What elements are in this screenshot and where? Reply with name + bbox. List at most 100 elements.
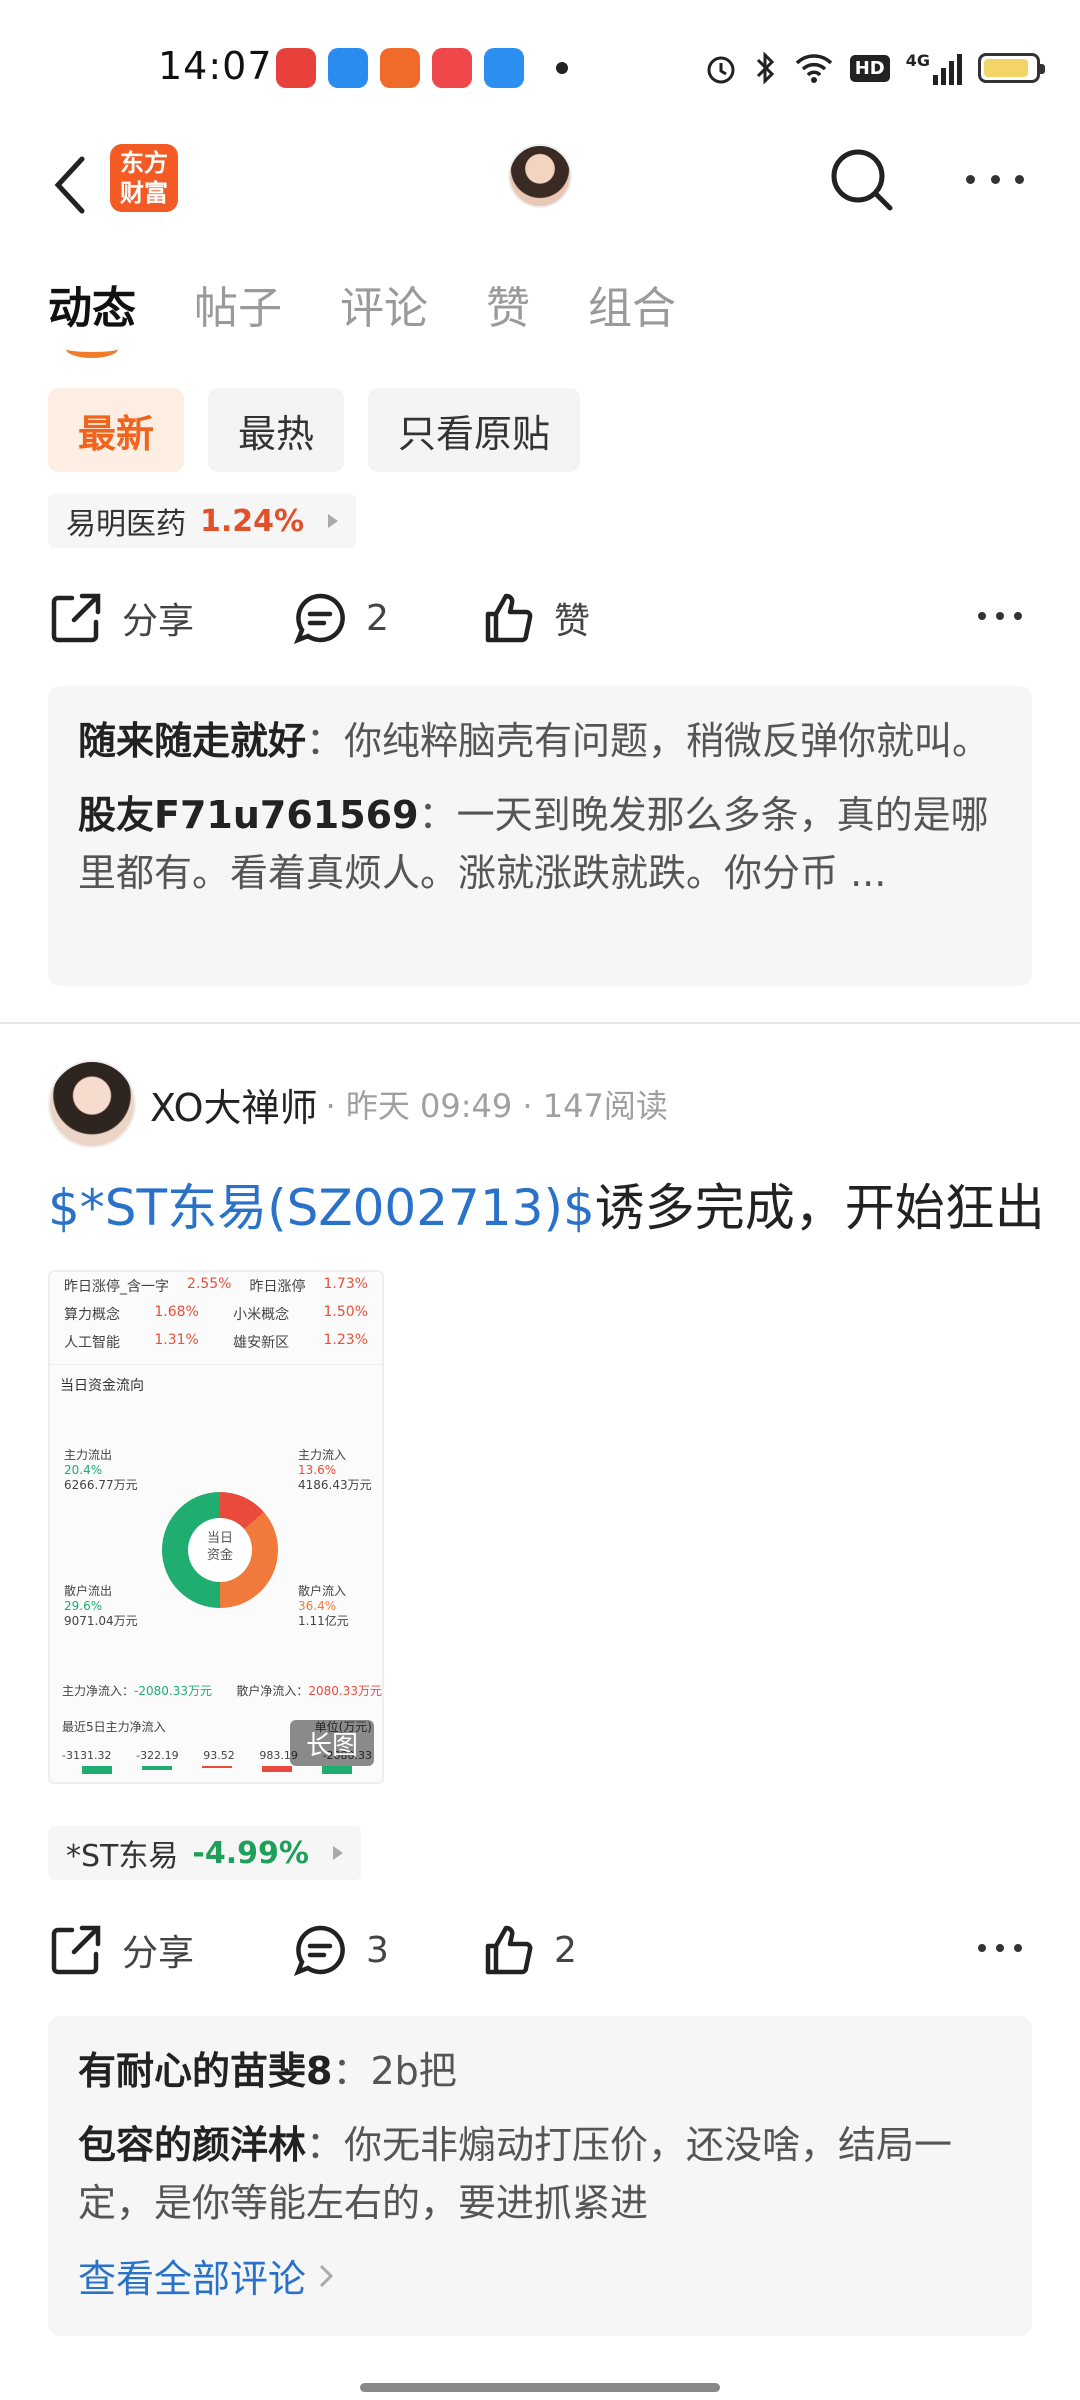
view-all-comments-link[interactable]: 查看全部评论	[78, 2248, 1002, 2303]
tab-dynamic[interactable]: 动态	[48, 272, 136, 358]
section-title: 当日资金流向	[50, 1364, 382, 1399]
app-notification-icon	[276, 48, 316, 88]
more-notifications-dot	[556, 62, 568, 74]
tab-comments[interactable]: 评论	[340, 272, 428, 342]
main-outflow: 主力流出 20.4% 6266.77万元	[64, 1448, 138, 1492]
stock-name: *ST东易	[66, 1839, 179, 1874]
stock-tag[interactable]: *ST东易 -4.99%	[48, 1826, 361, 1880]
tab-bar: 动态 帖子 评论 赞 组合	[48, 272, 734, 362]
post-more-button[interactable]	[978, 1944, 1022, 1952]
search-button[interactable]	[826, 144, 898, 216]
avatar[interactable]	[48, 1060, 136, 1148]
comment-author[interactable]: 有耐心的苗斐8	[78, 2049, 332, 2093]
tab-likes[interactable]: 赞	[486, 272, 530, 342]
stock-change: -4.99%	[192, 1835, 309, 1871]
donut-center-label: 当日 资金	[206, 1531, 233, 1563]
comment-item: 包容的颜洋林：你无非煽动打压价，还没啥，结局一定，是你等能左右的，要进抓紧进	[78, 2123, 953, 2225]
comment-button[interactable]: 2	[292, 578, 389, 658]
comment-preview[interactable]: 有耐心的苗斐8：2b把 包容的颜洋林：你无非煽动打压价，还没啥，结局一定，是你等…	[48, 2016, 1032, 2336]
status-bar: 14:07 HD 4G	[0, 0, 1080, 130]
app-notification-icon	[432, 48, 472, 88]
comment-count: 3	[366, 1929, 389, 1971]
comment-preview[interactable]: 随来随走就好：你纯粹脑壳有问题，稍微反弹你就叫。 股友F71u761569：一天…	[48, 686, 1032, 986]
comment-button[interactable]: 3	[292, 1910, 389, 1990]
main-inflow: 主力流入 13.6% 4186.43万元	[298, 1448, 372, 1492]
concept-row: 昨日涨停_含一字 2.55% 昨日涨停 1.73%	[64, 1276, 368, 1295]
signal-icon: 4G	[906, 51, 962, 85]
app-notification-icon	[484, 48, 524, 88]
stock-name: 易明医药	[66, 507, 186, 542]
retail-inflow: 散户流入 36.4% 1.11亿元	[298, 1584, 349, 1628]
post-image[interactable]: 昨日涨停_含一字 2.55% 昨日涨停 1.73% 算力概念 1.68% 小米概念 1.50…	[48, 1270, 384, 1784]
divider	[0, 1022, 1080, 1024]
comment-icon	[293, 593, 345, 645]
filter-chips: 最新 最热 只看原贴	[48, 388, 581, 472]
view-all-label: 查看全部评论	[78, 2257, 307, 2301]
comment-count: 2	[366, 597, 389, 639]
share-button[interactable]: 分享	[48, 578, 194, 658]
concept-row: 算力概念 1.68% 小米概念 1.50%	[64, 1304, 368, 1323]
share-label: 分享	[122, 601, 195, 642]
stock-change: 1.24%	[200, 503, 305, 539]
post-title-text: 诱多完成，开始狂出	[594, 1179, 1045, 1237]
post-more-button[interactable]	[978, 612, 1022, 620]
tab-portfolio[interactable]: 组合	[588, 272, 676, 342]
net-flow-row: 主力净流入：-2080.33万元 散户净流入：2080.33万元	[62, 1684, 382, 1698]
arrow-right-icon	[328, 514, 339, 528]
like-count: 2	[554, 1929, 577, 1971]
filter-hottest[interactable]: 最热	[208, 388, 345, 472]
share-icon	[51, 593, 101, 643]
post-header: XO大禅师 · 昨天 09:49 · 147阅读	[48, 1060, 668, 1148]
like-button[interactable]: 2	[480, 1910, 577, 1990]
post-username[interactable]: XO大禅师	[150, 1077, 318, 1132]
comment-text: 你纯粹脑壳有问题，稍微反弹你就叫。	[344, 719, 991, 763]
comment-author[interactable]: 股友F71u761569	[78, 793, 419, 837]
search-icon	[831, 149, 893, 211]
tab-posts[interactable]: 帖子	[194, 272, 282, 342]
avatar[interactable]	[508, 144, 572, 208]
chevron-right-icon	[319, 2264, 334, 2287]
post-title[interactable]: $*ST东易(SZ002713)$诱多完成，开始狂出	[48, 1168, 1045, 1240]
stock-tag[interactable]: 易明医药 1.24%	[48, 494, 357, 548]
bluetooth-icon	[756, 51, 774, 85]
retail-outflow: 散户流出 29.6% 9071.04万元	[64, 1584, 138, 1628]
thumbs-up-icon	[485, 593, 533, 643]
battery-icon	[978, 53, 1045, 83]
alarm-icon	[707, 56, 735, 84]
thumbs-up-icon	[485, 1925, 533, 1975]
comment-icon	[293, 1925, 345, 1977]
comment-text: 2b把	[370, 2049, 457, 2093]
app-notification-icon	[328, 48, 368, 88]
status-time: 14:07	[158, 44, 273, 88]
comment-item: 股友F71u761569：一天到晚发那么多条，真的是哪里都有。看着真烦人。涨就涨…	[78, 793, 989, 895]
stock-link[interactable]: $*ST东易(SZ002713)$	[48, 1179, 595, 1237]
like-label: 赞	[554, 601, 591, 642]
comment-author[interactable]: 随来随走就好	[78, 719, 306, 763]
comment-item: 有耐心的苗斐8：2b把	[78, 2049, 457, 2093]
nav-header: 东方 财富	[0, 130, 1080, 240]
long-image-badge: 长图	[290, 1720, 374, 1766]
app-notification-icon	[380, 48, 420, 88]
concept-row: 人工智能 1.31% 雄安新区 1.23%	[64, 1332, 368, 1351]
filter-latest[interactable]: 最新	[48, 388, 185, 472]
share-button[interactable]: 分享	[48, 1910, 194, 1990]
brand-logo[interactable]: 东方 财富	[110, 144, 178, 212]
comment-item: 随来随走就好：你纯粹脑壳有问题，稍微反弹你就叫。	[78, 719, 991, 763]
home-indicator[interactable]	[360, 2383, 720, 2392]
wifi-icon	[795, 54, 832, 83]
more-button[interactable]	[960, 164, 1030, 194]
post-actions: 分享 2 赞	[48, 578, 1032, 658]
post-actions: 分享 3 2	[48, 1910, 1032, 1990]
comment-author[interactable]: 包容的颜洋林	[78, 2123, 306, 2167]
share-label: 分享	[122, 1933, 195, 1974]
chevron-left-icon	[54, 156, 85, 214]
filter-original-only[interactable]: 只看原贴	[368, 388, 581, 472]
post-meta: · 昨天 09:49 · 147阅读	[325, 1087, 668, 1125]
network-type: 4G	[905, 51, 930, 70]
share-icon	[51, 1925, 101, 1975]
like-button[interactable]: 赞	[480, 578, 590, 658]
hd-icon: HD	[849, 54, 890, 82]
arrow-right-icon	[332, 1846, 343, 1860]
status-indicators: HD 4G	[704, 48, 1045, 88]
back-button[interactable]	[40, 150, 100, 220]
